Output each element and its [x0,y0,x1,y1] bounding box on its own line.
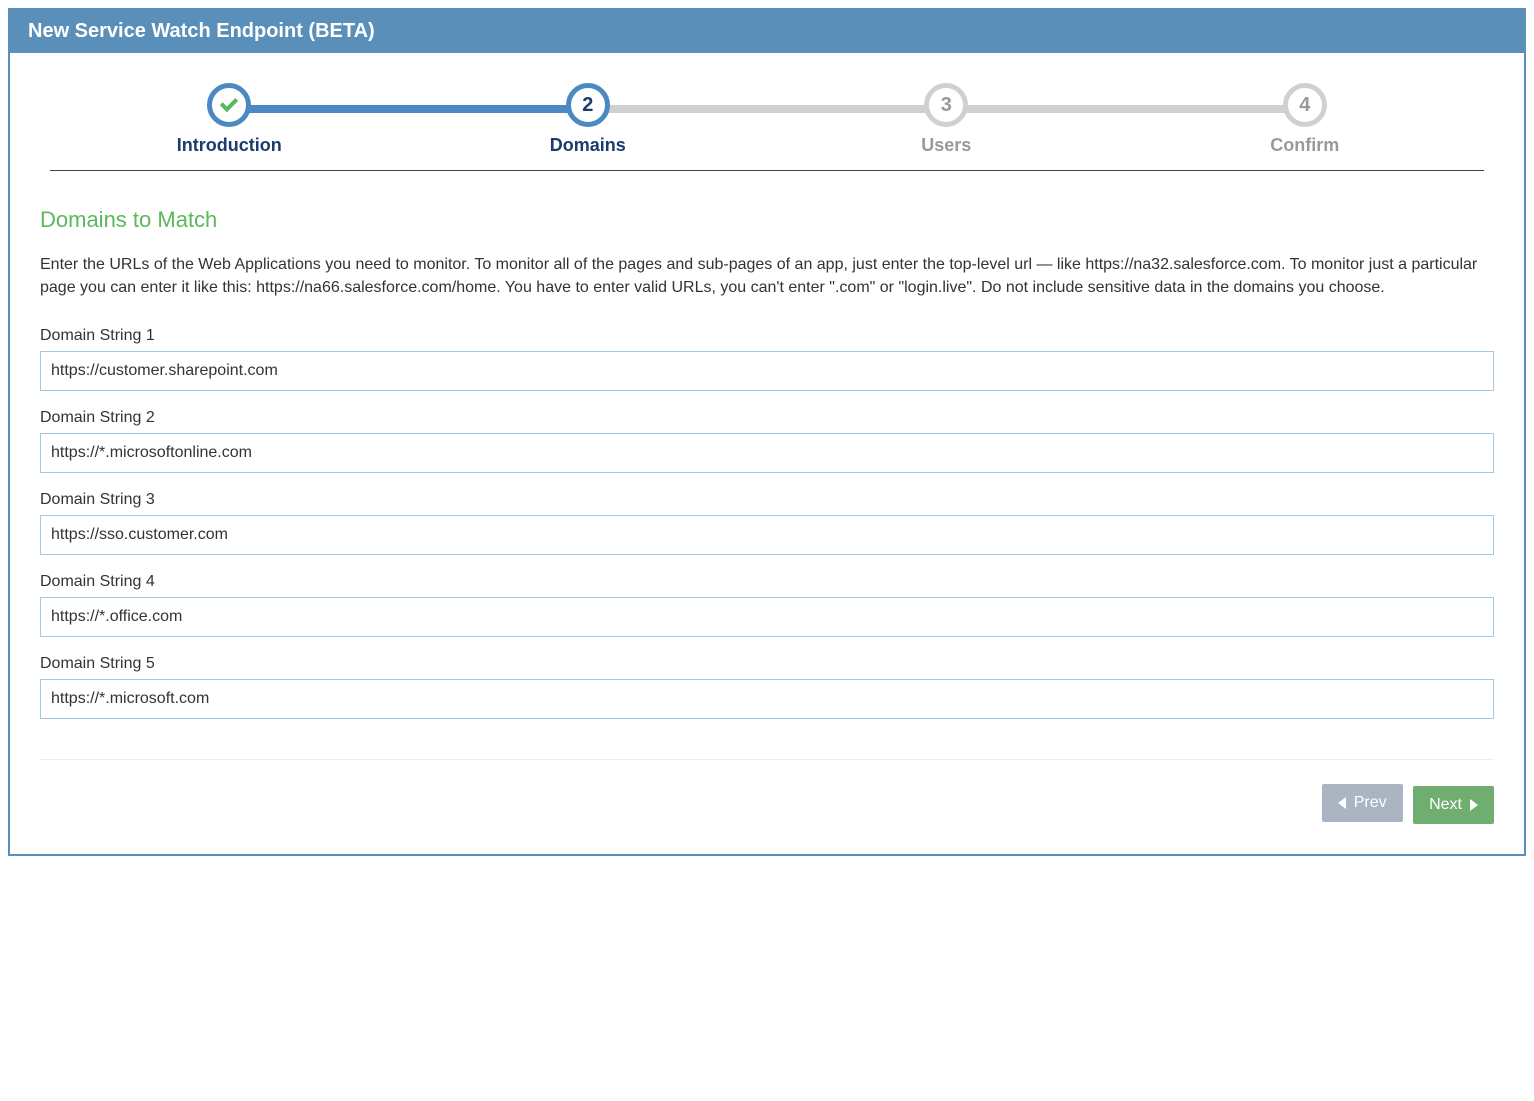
domain-label-3: Domain String 3 [40,491,1494,509]
step-circle-1 [207,83,251,127]
domain-field-2: Domain String 2 [40,409,1494,473]
step-label-2: Domains [409,135,768,156]
wizard-stepper: Introduction 2 Domains 3 Users 4 Confirm [50,83,1484,171]
domain-label-4: Domain String 4 [40,573,1494,591]
wizard-panel: New Service Watch Endpoint (BETA) Introd… [8,8,1526,856]
wizard-step-users[interactable]: 3 Users [767,83,1126,156]
domain-input-3[interactable] [40,515,1494,555]
step-label-1: Introduction [50,135,409,156]
next-button[interactable]: Next [1413,786,1494,824]
domain-label-5: Domain String 5 [40,655,1494,673]
domain-input-2[interactable] [40,433,1494,473]
domain-field-3: Domain String 3 [40,491,1494,555]
arrow-left-icon [1338,797,1346,809]
wizard-step-domains[interactable]: 2 Domains [409,83,768,156]
prev-button[interactable]: Prev [1322,784,1403,822]
section-title: Domains to Match [40,207,1494,233]
step-label-3: Users [767,135,1126,156]
step-circle-3: 3 [924,83,968,127]
domain-label-1: Domain String 1 [40,327,1494,345]
domain-input-5[interactable] [40,679,1494,719]
check-icon [220,94,238,112]
domain-input-1[interactable] [40,351,1494,391]
panel-title: New Service Watch Endpoint (BETA) [10,10,1524,53]
domain-field-4: Domain String 4 [40,573,1494,637]
domain-input-4[interactable] [40,597,1494,637]
step-circle-2: 2 [566,83,610,127]
wizard-footer: Prev Next [40,759,1494,824]
domain-field-5: Domain String 5 [40,655,1494,719]
step-label-4: Confirm [1126,135,1485,156]
panel-body: Introduction 2 Domains 3 Users 4 Confirm… [10,53,1524,854]
step-circle-4: 4 [1283,83,1327,127]
wizard-step-introduction[interactable]: Introduction [50,83,409,156]
section-instructions: Enter the URLs of the Web Applications y… [40,253,1494,299]
prev-button-label: Prev [1354,794,1387,812]
domain-field-1: Domain String 1 [40,327,1494,391]
wizard-step-confirm[interactable]: 4 Confirm [1126,83,1485,156]
arrow-right-icon [1470,799,1478,811]
domain-label-2: Domain String 2 [40,409,1494,427]
next-button-label: Next [1429,796,1462,814]
